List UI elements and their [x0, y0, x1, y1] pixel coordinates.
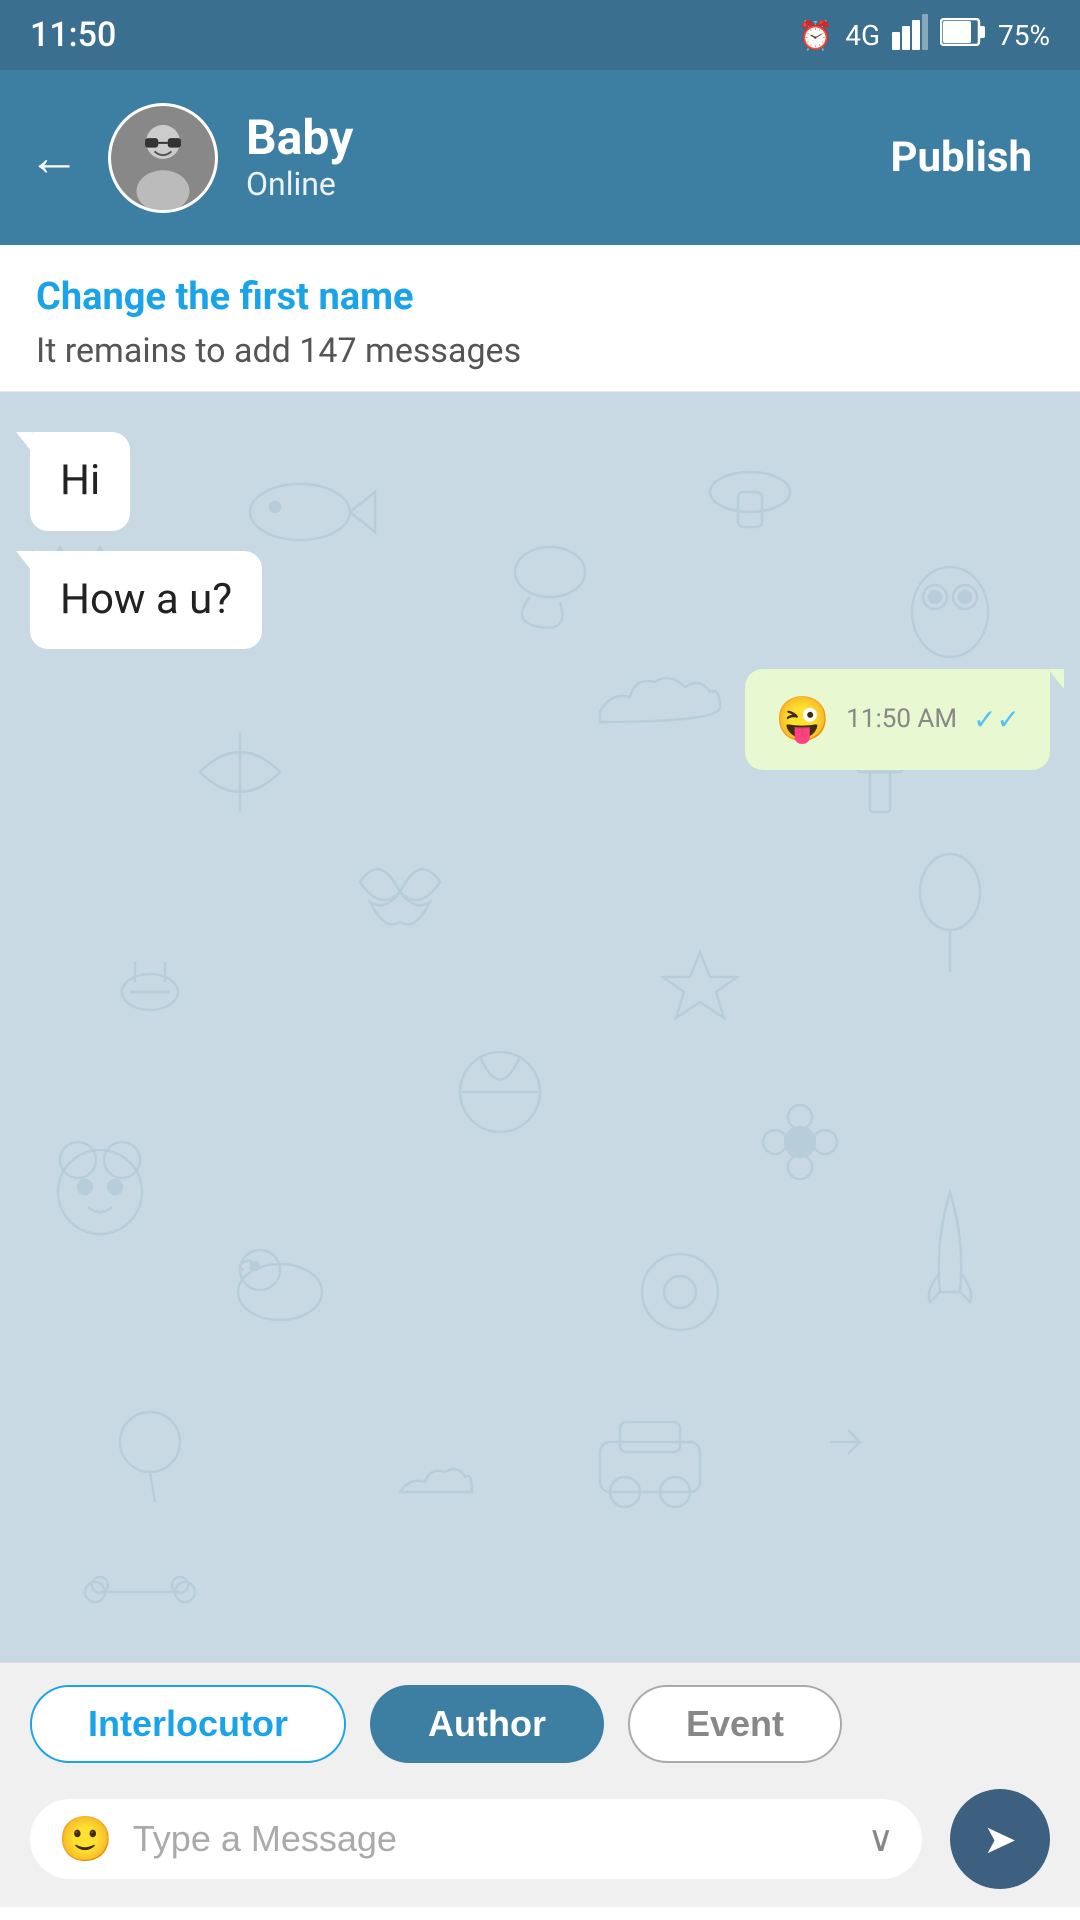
status-bar: 11:50 ⏰ 4G 75%: [0, 0, 1080, 70]
message-time: 11:50 AM: [846, 703, 957, 737]
tab-author[interactable]: Author: [370, 1685, 604, 1763]
send-button[interactable]: ➤: [950, 1789, 1050, 1889]
back-button[interactable]: ←: [28, 132, 80, 184]
message-ticks: ✓✓: [973, 702, 1020, 738]
avatar: [108, 103, 218, 213]
toolbar: ← Baby Online Publish: [0, 70, 1080, 245]
battery-icon: [940, 18, 986, 53]
message-input[interactable]: [133, 1818, 848, 1860]
message-bubble-3: 😜 11:50 AM ✓✓: [745, 669, 1050, 770]
publish-button[interactable]: Publish: [870, 123, 1052, 192]
send-icon: ➤: [983, 1816, 1017, 1863]
status-time: 11:50: [30, 15, 116, 55]
message-text-2: How a u?: [60, 575, 232, 624]
emoji-button[interactable]: 🙂: [58, 1813, 113, 1865]
contact-name: Baby: [246, 112, 870, 165]
alarm-icon: ⏰: [798, 19, 833, 52]
battery-percent: 75%: [998, 19, 1050, 52]
input-row: 🙂 ∨: [30, 1799, 922, 1879]
message-bubble-1: Hi: [30, 432, 130, 531]
notice-banner: Change the first name It remains to add …: [0, 245, 1080, 392]
bottom-bar: Interlocutor Author Event 🙂 ∨ ➤: [0, 1662, 1080, 1907]
notice-subtitle: It remains to add 147 messages: [36, 331, 1044, 371]
messages-container: Hi How a u? 😜 11:50 AM ✓✓: [0, 392, 1080, 810]
contact-info: Baby Online: [246, 112, 870, 203]
notice-title[interactable]: Change the first name: [36, 275, 1044, 319]
status-icons: ⏰ 4G 75%: [798, 14, 1050, 57]
message-text-1: Hi: [60, 456, 100, 505]
tab-event[interactable]: Event: [628, 1685, 842, 1763]
message-bubble-2: How a u?: [30, 551, 262, 650]
tab-row: Interlocutor Author Event: [30, 1685, 1050, 1763]
contact-status: Online: [246, 165, 870, 203]
message-emoji: 😜: [775, 691, 830, 748]
chat-area: Hi How a u? 😜 11:50 AM ✓✓: [0, 392, 1080, 1662]
signal-icon: [892, 14, 928, 57]
tab-interlocutor[interactable]: Interlocutor: [30, 1685, 346, 1763]
chevron-down-icon[interactable]: ∨: [868, 1818, 894, 1860]
network-label: 4G: [845, 19, 880, 52]
